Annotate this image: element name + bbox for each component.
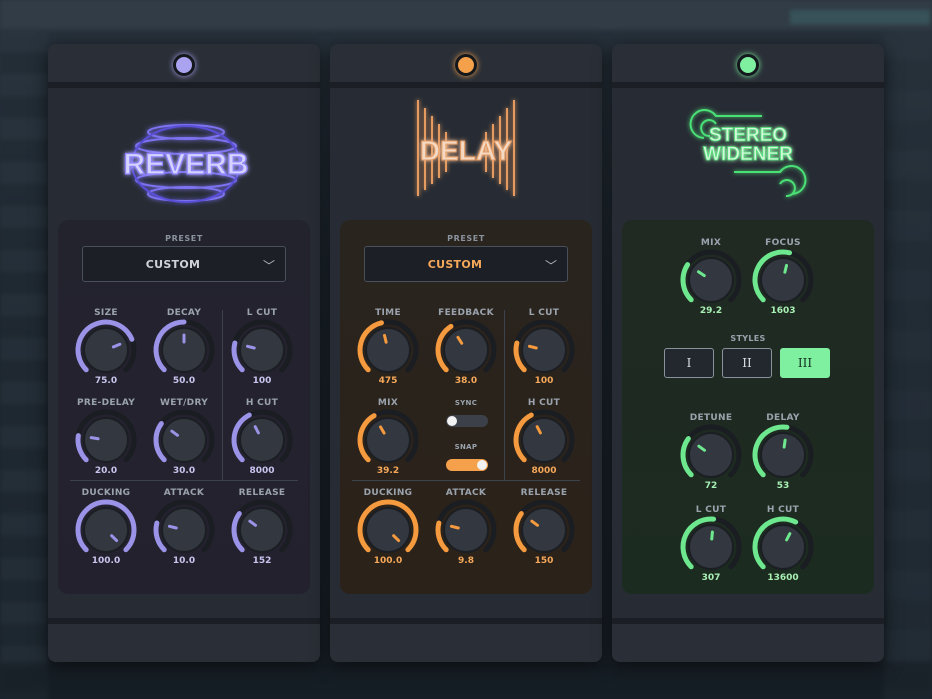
l-cut-value: 100: [252, 376, 272, 386]
l-cut-indicator: [710, 530, 714, 541]
divider: [504, 310, 505, 480]
h-cut-value: 8000: [249, 466, 275, 476]
delay-plugin-panel: DELAY PRESET CUSTOM ﹀ SYNC SNAP TIME 475 F…: [330, 44, 602, 662]
l-cut-label: L CUT: [528, 308, 560, 318]
reverb-logo-text: REVERB: [123, 148, 248, 181]
style-button-2[interactable]: II: [722, 348, 772, 378]
sync-toggle-knob: [447, 416, 457, 426]
attack-indicator: [449, 524, 460, 530]
size-value: 75.0: [94, 376, 118, 386]
wet-dry-label: WET/DRY: [159, 398, 209, 408]
snap-toggle[interactable]: [446, 459, 488, 471]
focus-value: 1603: [770, 306, 796, 316]
preset-value: CUSTOM: [427, 258, 483, 271]
detune-label: DETUNE: [689, 413, 733, 423]
pre-delay-indicator: [89, 436, 100, 441]
sync-toggle[interactable]: [446, 415, 488, 427]
l-cut-label: L CUT: [695, 505, 727, 515]
pre-delay-value: 20.0: [94, 466, 118, 476]
delay-indicator: [782, 438, 787, 449]
stereo-widener-plugin-panel: STEREO WIDENER STYLES I II III MIX 29.2 FO…: [612, 44, 884, 662]
style-button-1[interactable]: I: [664, 348, 714, 378]
attack-label: ATTACK: [445, 488, 487, 498]
delay-preset-dropdown[interactable]: CUSTOM ﹀: [364, 246, 568, 282]
preset-label: PRESET: [165, 234, 203, 243]
feedback-label: FEEDBACK: [438, 308, 494, 318]
release-value: 152: [252, 556, 272, 566]
reverb-logo: REVERB: [48, 94, 320, 214]
divider: [222, 310, 223, 480]
mix-value: 29.2: [699, 306, 723, 316]
attack-indicator: [167, 524, 178, 530]
widener-bottom-bar: [612, 618, 884, 662]
reverb-top-bar: [48, 44, 320, 88]
ducking-value: 100.0: [373, 556, 403, 566]
widener-controls: STYLES I II III MIX 29.2 FOCUS 1603 DETUNE 72…: [622, 220, 874, 594]
widener-top-bar: [612, 44, 884, 88]
delay-controls: PRESET CUSTOM ﹀ SYNC SNAP TIME 475 FEEDBAC…: [340, 220, 592, 594]
snap-label: SNAP: [454, 443, 478, 451]
delay-label: DELAY: [766, 413, 800, 423]
release-label: RELEASE: [238, 488, 286, 498]
h-cut-label: H CUT: [766, 505, 800, 515]
attack-value: 10.0: [172, 556, 196, 566]
delay-logo: DELAY: [330, 94, 602, 214]
l-cut-indicator: [527, 344, 538, 350]
attack-value: 9.8: [458, 556, 474, 566]
l-cut-value: 100: [534, 376, 554, 386]
ducking-value: 100.0: [91, 556, 121, 566]
chevron-down-icon: ﹀: [544, 259, 557, 273]
l-cut-label: L CUT: [246, 308, 278, 318]
l-cut-value: 307: [701, 573, 721, 583]
preset-label: PRESET: [447, 234, 485, 243]
stereo-widener-logo: STEREO WIDENER: [612, 94, 884, 214]
detune-value: 72: [704, 481, 718, 491]
style-button-3[interactable]: III: [780, 348, 830, 378]
release-label: RELEASE: [520, 488, 568, 498]
divider: [70, 480, 298, 481]
pre-delay-label: PRE-DELAY: [76, 398, 136, 408]
time-value: 475: [378, 376, 398, 386]
l-cut-indicator: [245, 344, 256, 350]
wet-dry-value: 30.0: [172, 466, 196, 476]
reverb-plugin-panel: REVERB PRESET CUSTOM ﹀ SIZE 75.0 DECAY 50.0…: [48, 44, 320, 662]
ducking-label: DUCKING: [81, 488, 131, 498]
widener-logo-line1: STEREO: [709, 125, 787, 146]
time-label: TIME: [375, 308, 401, 318]
reverb-bottom-bar: [48, 618, 320, 662]
delay-logo-text: DELAY: [420, 135, 513, 166]
mix-label: MIX: [377, 398, 399, 408]
attack-label: ATTACK: [163, 488, 205, 498]
decay-value: 50.0: [172, 376, 196, 386]
divider: [352, 480, 580, 481]
h-cut-label: H CUT: [527, 398, 561, 408]
h-cut-value: 13600: [767, 573, 799, 583]
snap-toggle-knob: [477, 460, 487, 470]
focus-indicator: [783, 263, 789, 274]
preset-value: CUSTOM: [145, 258, 201, 271]
reverb-controls: PRESET CUSTOM ﹀ SIZE 75.0 DECAY 50.0 L CUT 10…: [58, 220, 310, 594]
decay-label: DECAY: [166, 308, 202, 318]
reverb-power-led[interactable]: [173, 54, 195, 76]
widener-logo-line2: WIDENER: [703, 144, 793, 165]
delay-power-led[interactable]: [455, 54, 477, 76]
focus-label: FOCUS: [765, 238, 801, 248]
mix-label: MIX: [700, 238, 722, 248]
time-indicator: [382, 333, 388, 344]
size-label: SIZE: [94, 308, 118, 318]
ducking-label: DUCKING: [363, 488, 413, 498]
sync-label: SYNC: [454, 399, 478, 407]
feedback-value: 38.0: [454, 376, 478, 386]
chevron-down-icon: ﹀: [262, 259, 275, 273]
styles-label: STYLES: [730, 334, 766, 343]
widener-power-led[interactable]: [737, 54, 759, 76]
release-value: 150: [534, 556, 554, 566]
mix-value: 39.2: [376, 466, 400, 476]
reverb-preset-dropdown[interactable]: CUSTOM ﹀: [82, 246, 286, 282]
delay-bottom-bar: [330, 618, 602, 662]
h-cut-value: 8000: [531, 466, 557, 476]
delay-value: 53: [776, 481, 790, 491]
h-cut-label: H CUT: [245, 398, 279, 408]
delay-top-bar: [330, 44, 602, 88]
